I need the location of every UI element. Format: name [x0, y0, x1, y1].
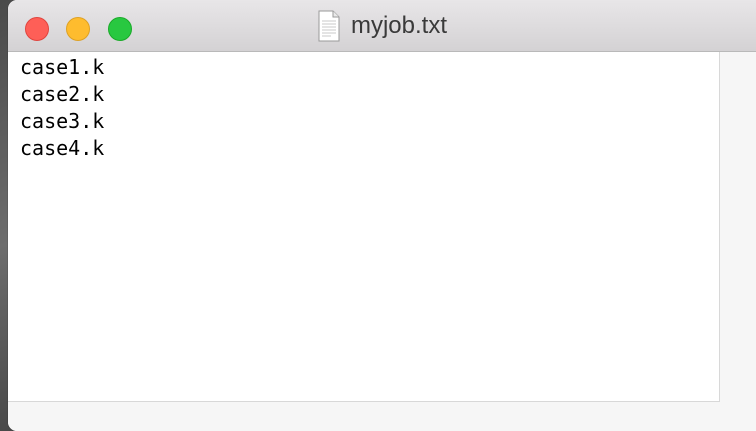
minimize-button[interactable]: [66, 17, 90, 41]
text-line[interactable]: case3.k: [20, 108, 719, 135]
title-bar[interactable]: myjob.txt: [8, 0, 756, 52]
text-editor-area[interactable]: case1.k case2.k case3.k case4.k: [8, 52, 720, 402]
text-line[interactable]: case4.k: [20, 135, 719, 162]
window-title: myjob.txt: [350, 12, 448, 39]
textedit-window: myjob.txt case1.k case2.k case3.k case4.…: [8, 0, 756, 431]
text-line[interactable]: case1.k: [20, 54, 719, 81]
close-button[interactable]: [25, 17, 49, 41]
document-text[interactable]: case1.k case2.k case3.k case4.k: [8, 52, 719, 162]
horizontal-scrollbar[interactable]: [8, 402, 756, 431]
zoom-button[interactable]: [108, 17, 132, 41]
vertical-scrollbar[interactable]: [720, 52, 756, 402]
text-document-icon[interactable]: [317, 10, 341, 42]
text-line[interactable]: case2.k: [20, 81, 719, 108]
